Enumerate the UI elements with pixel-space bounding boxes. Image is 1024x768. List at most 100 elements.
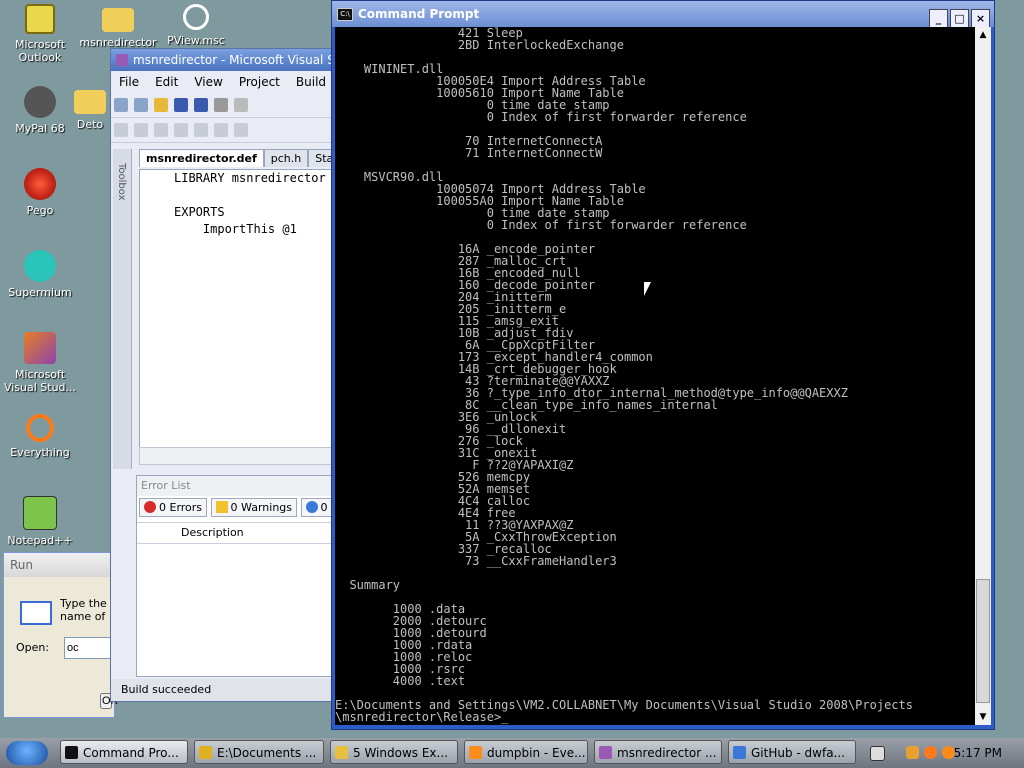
keyboard-tray-icon[interactable]	[870, 746, 885, 761]
editor-horizontal-scrollbar[interactable]	[139, 447, 341, 465]
desktop-icon-outlook[interactable]: Microsoft Outlook	[0, 4, 80, 64]
messages-count: 0	[320, 501, 328, 514]
visual-studio-icon	[599, 746, 612, 759]
code-line: EXPORTS	[174, 205, 225, 219]
taskbar-item-visual-studio[interactable]: msnredirector ...	[594, 740, 722, 764]
errors-filter-button[interactable]: 0 Errors	[139, 498, 208, 517]
messages-filter-button[interactable]: 0	[300, 498, 333, 517]
toolbox-panel[interactable]: Toolbox	[113, 149, 132, 469]
copy-icon[interactable]	[234, 98, 248, 112]
pego-icon	[24, 168, 56, 200]
task-label: dumpbin - Eve...	[487, 746, 586, 760]
clock[interactable]: 5:17 PM	[954, 738, 1002, 768]
magnifier-icon	[183, 4, 209, 30]
taskbar-item-command-prompt[interactable]: Command Pro...	[60, 740, 188, 764]
new-project-icon[interactable]	[114, 98, 128, 112]
desktop-icon-mypal[interactable]: MyPal 68	[0, 86, 80, 135]
cmd-app-icon: C:\	[337, 8, 353, 21]
desktop-icon-msnredirector[interactable]: msnredirector	[78, 4, 158, 49]
open-label: Open:	[16, 641, 50, 654]
vs-title-bar[interactable]: msnredirector - Microsoft Visual Studio	[111, 49, 337, 71]
menu-project[interactable]: Project	[231, 75, 288, 89]
desktop-icon-label: Microsoft Visual Stud...	[3, 368, 77, 394]
menu-build[interactable]: Build	[288, 75, 334, 89]
save-all-icon[interactable]	[194, 98, 208, 112]
everything-icon	[469, 746, 482, 759]
desktop-icon-pego[interactable]: Pego	[0, 168, 80, 217]
raccoon-icon	[24, 86, 56, 118]
warnings-filter-button[interactable]: 0 Warnings	[210, 498, 297, 517]
browser-icon	[733, 746, 746, 759]
close-button[interactable]: ×	[971, 9, 990, 28]
error-icon	[144, 501, 156, 513]
desktop-icon-label: MyPal 68	[15, 122, 65, 135]
minimize-button[interactable]: _	[929, 9, 948, 28]
tab-pch-h[interactable]: pch.h	[263, 149, 309, 167]
toolbar-icon[interactable]	[154, 123, 168, 137]
supermium-icon	[24, 250, 56, 282]
menu-file[interactable]: File	[111, 75, 147, 89]
code-line: ImportThis @1	[174, 222, 297, 236]
menu-edit[interactable]: Edit	[147, 75, 186, 89]
code-line: LIBRARY msnredirector	[174, 171, 326, 185]
run-dialog: Run Type the name of a program, folder, …	[3, 552, 118, 718]
tray-app-icon[interactable]	[906, 746, 919, 759]
desktop-icon-notepadpp[interactable]: Notepad++	[0, 496, 80, 547]
taskbar-item-explorer-documents[interactable]: E:\Documents ...	[194, 740, 324, 764]
open-icon[interactable]	[154, 98, 168, 112]
taskbar-item-windows-explorer[interactable]: 5 Windows Ex...	[330, 740, 458, 764]
save-icon[interactable]	[174, 98, 188, 112]
scrollbar-thumb[interactable]	[976, 579, 990, 703]
folder-icon	[74, 90, 106, 114]
description-column-header[interactable]: Description	[181, 526, 244, 539]
desktop-icon-visual-studio[interactable]: Microsoft Visual Stud...	[0, 332, 80, 394]
error-list-header: Description	[137, 522, 337, 544]
taskbar-item-github-browser[interactable]: GitHub - dwfa...	[728, 740, 856, 764]
folder-icon	[199, 746, 212, 759]
folder-icon	[335, 746, 348, 759]
desktop-icon-label: Everything	[10, 446, 70, 459]
toolbar-icon[interactable]	[174, 123, 188, 137]
error-list-title: Error List	[137, 476, 337, 496]
desktop-icon-deto[interactable]: Deto	[70, 86, 110, 131]
console-output[interactable]: 421 Sleep 2BD InterlockedExchange WININE…	[335, 27, 975, 725]
desktop-icon-supermium[interactable]: Supermium	[0, 250, 80, 299]
notepadpp-icon	[23, 496, 57, 530]
warning-icon	[215, 501, 228, 513]
tab-msnredirector-def[interactable]: msnredirector.def	[139, 149, 264, 167]
desktop-icon-label: Microsoft Outlook	[14, 38, 66, 64]
open-input[interactable]	[64, 637, 116, 659]
vs-toolbar-standard	[111, 93, 337, 118]
desktop-icon-everything[interactable]: Everything	[0, 414, 80, 459]
scroll-down-icon[interactable]: ▼	[975, 709, 991, 725]
console-text: 421 Sleep 2BD InterlockedExchange WININE…	[335, 27, 913, 724]
code-editor[interactable]: LIBRARY msnredirector EXPORTS ImportThis…	[139, 169, 341, 449]
console-vertical-scrollbar[interactable]: ▲ ▼	[975, 27, 991, 725]
scroll-up-icon[interactable]: ▲	[975, 27, 991, 43]
desktop-icon-label: Notepad++	[7, 534, 73, 547]
desktop-icon-label: Supermium	[8, 286, 72, 299]
error-list-panel: Error List 0 Errors 0 Warnings 0 Descrip…	[136, 475, 338, 677]
mouse-cursor-icon	[644, 282, 651, 296]
menu-view[interactable]: View	[186, 75, 230, 89]
toolbar-icon[interactable]	[134, 123, 148, 137]
maximize-button[interactable]: □	[950, 9, 969, 28]
toolbar-icon[interactable]	[114, 123, 128, 137]
desktop-icon-pview[interactable]: PView.msc	[156, 4, 236, 47]
add-item-icon[interactable]	[134, 98, 148, 112]
comment-icon[interactable]	[234, 123, 248, 137]
everything-tray-icon[interactable]	[924, 746, 937, 759]
indent-icon[interactable]	[214, 123, 228, 137]
cmd-icon	[65, 746, 78, 759]
task-label: GitHub - dwfa...	[751, 746, 845, 760]
outdent-icon[interactable]	[194, 123, 208, 137]
desktop-icon-label: PView.msc	[167, 34, 225, 47]
task-label: E:\Documents ...	[217, 746, 317, 760]
desktop-icon-label: Pego	[26, 204, 54, 217]
folder-icon	[102, 8, 134, 32]
taskbar: Command Pro... E:\Documents ... 5 Window…	[0, 738, 1024, 768]
taskbar-item-everything[interactable]: dumpbin - Eve...	[464, 740, 588, 764]
cmd-title-bar[interactable]: C:\ Command Prompt _ □ ×	[332, 1, 994, 28]
start-button[interactable]	[6, 741, 48, 765]
cut-icon[interactable]	[214, 98, 228, 112]
